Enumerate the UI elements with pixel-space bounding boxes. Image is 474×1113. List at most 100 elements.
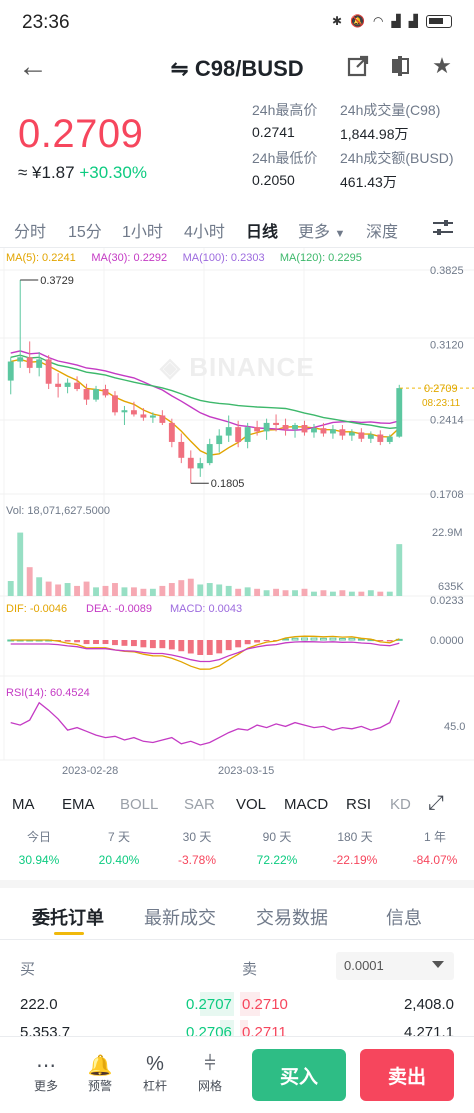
- star-icon[interactable]: ★: [430, 53, 454, 78]
- volume-bar: [367, 590, 374, 596]
- volume-bar: [358, 591, 365, 596]
- settings-sliders-icon[interactable]: [432, 218, 454, 243]
- macd-hist-bar: [112, 640, 118, 646]
- volume-bar: [273, 588, 280, 596]
- macd-hist-bar: [320, 637, 327, 641]
- macd-hist-bar: [263, 640, 270, 642]
- amount-label: 24h成交额(BUSD): [340, 150, 454, 166]
- macd-hist-bar: [121, 640, 128, 646]
- orderbook-row[interactable]: 222.0 0.2707 0.2710 2,408.0: [0, 992, 474, 1018]
- candle-body: [17, 357, 24, 362]
- tab-order-book[interactable]: 委托订单: [32, 904, 104, 930]
- candle-body: [206, 444, 213, 464]
- volume-bar: [348, 591, 355, 596]
- high-marker-label: 0.3729: [40, 275, 74, 287]
- volume-bar: [149, 588, 156, 596]
- rsi-line: [10, 699, 400, 746]
- perf-value: 20.40%: [98, 853, 140, 867]
- tab-15m[interactable]: 15分: [68, 218, 102, 242]
- nav-grid[interactable]: ⫩ 网格: [188, 1053, 232, 1094]
- sell-button[interactable]: 卖出: [360, 1049, 454, 1101]
- chart-switch-icon[interactable]: [388, 54, 412, 78]
- macd-hist-bar: [149, 640, 156, 649]
- indicator-kd[interactable]: KD: [390, 796, 411, 813]
- tab-timeline[interactable]: 分时: [14, 218, 46, 242]
- macd-hist-bar: [64, 640, 71, 642]
- volume-bar: [339, 590, 346, 596]
- nav-label: 网格: [197, 1079, 222, 1093]
- candle-body: [121, 410, 128, 413]
- tab-1h[interactable]: 1小时: [122, 218, 163, 242]
- chevron-down-icon: [432, 961, 444, 968]
- indicator-rsi[interactable]: RSI: [346, 796, 371, 813]
- macd-hist-label: MACD: 0.0043: [170, 603, 242, 615]
- tab-depth[interactable]: 深度: [366, 218, 398, 242]
- candle-body: [159, 415, 166, 423]
- y-tick-label: 45.0: [444, 721, 465, 733]
- signal-4g-icon: ▟: [391, 14, 401, 28]
- candle-body: [64, 382, 71, 387]
- precision-select[interactable]: 0.0001: [336, 952, 454, 980]
- header: ← ⇋ C98/BUSD ★: [0, 44, 474, 92]
- volume-bar: [282, 590, 289, 596]
- tab-trading-data[interactable]: 交易数据: [256, 904, 328, 930]
- nav-more[interactable]: ⋯ 更多: [24, 1053, 68, 1094]
- precision-value: 0.0001: [344, 958, 384, 973]
- tab-1d[interactable]: 日线: [246, 218, 278, 242]
- volume-bar: [206, 583, 213, 596]
- status-bar: 23:36 ✱ 🔕 ◠ ▟ ▟: [0, 0, 474, 44]
- macd-hist-bar: [74, 640, 81, 643]
- perf-value: 30.94%: [18, 853, 60, 867]
- macd-hist-bar: [140, 640, 147, 648]
- candle-body: [112, 395, 118, 413]
- volume-bar: [377, 591, 384, 596]
- volume-bar: [320, 590, 327, 596]
- volume-label: 24h成交量(C98): [340, 102, 441, 118]
- volume-bar: [17, 532, 24, 596]
- volume-bar: [178, 580, 185, 596]
- tab-recent-trades[interactable]: 最新成交: [144, 904, 216, 930]
- swap-icon: ⇋: [170, 56, 189, 81]
- candle-body: [311, 428, 317, 433]
- fullscreen-icon[interactable]: ⤢: [428, 792, 444, 815]
- indicator-ema[interactable]: EMA: [62, 796, 95, 813]
- indicator-macd[interactable]: MACD: [284, 796, 328, 813]
- candle-body: [26, 357, 33, 368]
- tab-more[interactable]: 更多 ▼: [298, 218, 345, 242]
- nav-alert[interactable]: 🔔 预警: [78, 1053, 122, 1094]
- ma-legend-item: MA(30): 0.2292: [91, 252, 167, 264]
- external-link-icon[interactable]: [346, 54, 370, 78]
- candle-body: [83, 389, 90, 400]
- y-tick-label: 0.0233: [430, 595, 464, 607]
- indicator-sar[interactable]: SAR: [184, 796, 215, 813]
- perf-value: -22.19%: [332, 853, 378, 867]
- indicator-boll[interactable]: BOLL: [120, 796, 158, 813]
- volume-bar: [26, 567, 33, 596]
- amount-value: 461.43万: [340, 174, 397, 190]
- chart-canvas[interactable]: MA(5): 0.2241 MA(30): 0.2292 MA(100): 0.23…: [0, 248, 474, 778]
- high-label: 24h最高价: [252, 102, 318, 118]
- volume-bar: [168, 583, 175, 596]
- volume-bar: [55, 584, 62, 596]
- y-tick-label: 0.0000: [430, 635, 464, 647]
- volume-label: Vol: 18,071,627.5000: [6, 505, 110, 517]
- candle-body: [235, 427, 242, 442]
- kline-chart[interactable]: MA(5): 0.2241 MA(30): 0.2292 MA(100): 0.23…: [0, 248, 474, 778]
- tab-info[interactable]: 信息: [386, 904, 422, 930]
- wifi-icon: ◠: [373, 14, 384, 28]
- candle-body: [367, 434, 374, 439]
- indicator-ma[interactable]: MA: [12, 796, 35, 813]
- perf-label: 1 年: [423, 830, 446, 844]
- candle-body: [244, 427, 251, 442]
- buy-button[interactable]: 买入: [252, 1049, 346, 1101]
- indicator-vol[interactable]: VOL: [236, 796, 266, 813]
- macd-hist-bar: [386, 640, 393, 642]
- candle-body: [168, 422, 175, 442]
- dropdown-caret-icon: ▼: [334, 228, 346, 240]
- tab-4h[interactable]: 4小时: [184, 218, 225, 242]
- y-tick-label: 22.9M: [432, 527, 463, 539]
- battery-icon: [426, 14, 452, 28]
- perf-7d: 7 天 20.40%: [84, 828, 154, 867]
- perf-label: 180 天: [337, 830, 373, 844]
- nav-leverage[interactable]: % 杠杆: [133, 1053, 177, 1094]
